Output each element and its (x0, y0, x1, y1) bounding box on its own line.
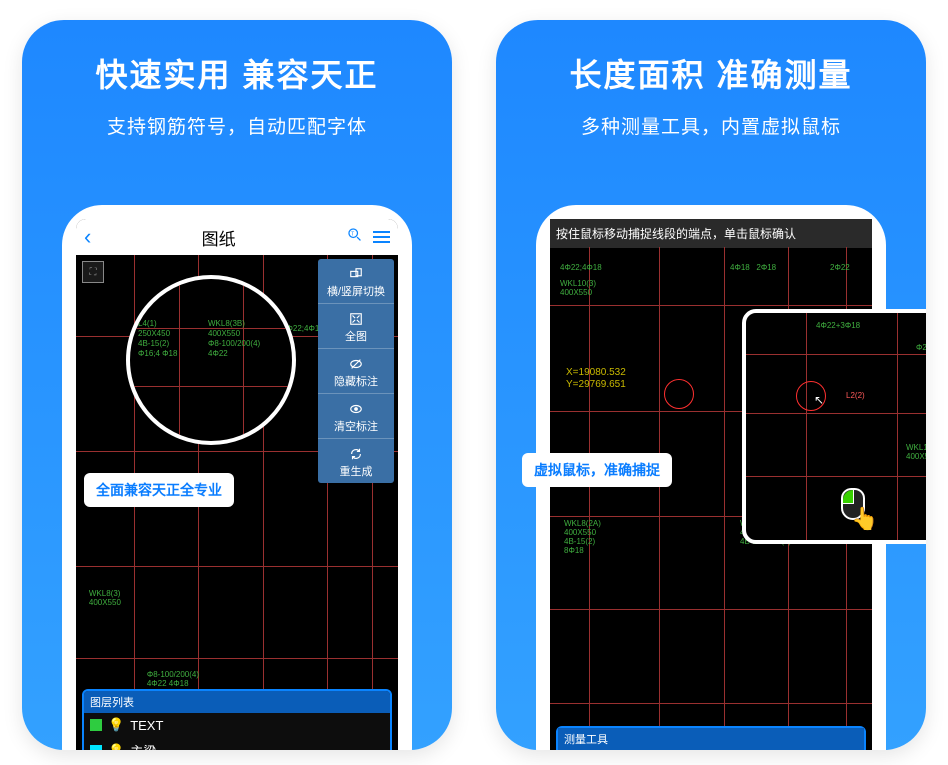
promo-card-left: 快速实用 兼容天正 支持钢筋符号，自动匹配字体 ‹ 图纸 T (22, 20, 452, 750)
cad-text: 4Φ22;4Φ18 (560, 263, 602, 272)
page-title: 图纸 (91, 225, 346, 250)
cad-text: 4Φ18 2Φ18 (730, 263, 776, 272)
menu-label: 隐藏标注 (334, 373, 378, 389)
phone-mockup: 按住鼠标移动捕捉线段的端点，单击鼠标确认 4Φ22;4Φ18 4Φ18 2Φ18… (536, 205, 886, 750)
subline: 多种测量工具，内置虚拟鼠标 (496, 112, 926, 139)
feature-badge: 虚拟鼠标，准确捕捉 (522, 453, 672, 487)
hand-icon: 👆 (851, 506, 878, 532)
subline: 支持钢筋符号，自动匹配字体 (22, 112, 452, 139)
visibility-icon[interactable]: 💡 (108, 743, 124, 751)
search-icon[interactable]: T (346, 226, 363, 248)
cad-text: WKL1(2A) 400X550 (906, 443, 926, 461)
phone-mockup: ‹ 图纸 T ⛶ (62, 205, 412, 750)
headline: 长度面积 准确测量 (496, 50, 926, 96)
headline: 快速实用 兼容天正 (22, 50, 452, 96)
menu-label: 重生成 (340, 463, 373, 479)
menu-item-fit[interactable]: 全图 (318, 304, 394, 349)
virtual-mouse[interactable]: 👆 (841, 488, 865, 520)
hint-bar: 按住鼠标移动捕捉线段的端点，单击鼠标确认 (550, 219, 872, 248)
layer-name: 主梁 (130, 741, 156, 750)
app-top-bar: ‹ 图纸 T (76, 219, 398, 255)
coord-y: Y=29769.651 (566, 379, 626, 390)
cad-text: L4(1) (138, 319, 157, 328)
cad-text: Φ8-100/200(4) (208, 339, 260, 348)
cad-text: 4B-15(2) (138, 339, 169, 348)
cad-canvas[interactable]: ⛶ WKL8(3) 400X550 Φ8-100/200(4) 4Φ22 4Φ1… (76, 255, 398, 750)
layer-row[interactable]: 💡 主梁 (84, 737, 390, 750)
cad-text: WKL8(3) 400X550 (89, 589, 121, 607)
zoom-panel: 4Φ22+3Φ18 Φ22+2Φ20 L2(2) WKL1(2A) 400X55… (742, 309, 926, 544)
menu-icon[interactable] (373, 231, 390, 243)
panel-title: 图层列表 (84, 691, 390, 713)
cad-text: WKL8(2A) 400X550 4B-15(2) 8Φ18 (564, 519, 601, 555)
promo-card-right: 长度面积 准确测量 多种测量工具，内置虚拟鼠标 按住鼠标移动捕捉线段的端点，单击… (496, 20, 926, 750)
cad-text: 4Φ22+3Φ18 (816, 321, 860, 330)
cad-text: 4Φ22 (208, 349, 228, 358)
cad-text: 250X450 (138, 329, 170, 338)
color-swatch (90, 745, 102, 751)
layer-row[interactable]: 💡 TEXT (84, 713, 390, 737)
menu-label: 清空标注 (334, 418, 378, 434)
menu-item-rotate[interactable]: 横/竖屏切换 (318, 259, 394, 304)
panel-title: 测量工具 (558, 728, 864, 750)
visibility-icon[interactable]: 💡 (108, 717, 124, 733)
menu-label: 横/竖屏切换 (327, 283, 385, 299)
layer-panel: 图层列表 💡 TEXT 💡 主梁 💡 主梁标注 (82, 689, 392, 750)
cad-text: 400X550 (208, 329, 240, 338)
magnifier: L4(1) 250X450 4B-15(2) Φ16;4 Φ18 WKL8(3B… (126, 275, 296, 445)
feature-badge: 全面兼容天正全专业 (84, 473, 234, 507)
cad-text: Φ16;4 Φ18 (138, 349, 177, 358)
menu-item-hide[interactable]: 隐藏标注 (318, 349, 394, 394)
color-swatch (90, 719, 102, 731)
svg-text:T: T (351, 231, 354, 237)
coord-x: X=19080.532 (566, 367, 626, 378)
menu-item-regenerate[interactable]: 重生成 (318, 439, 394, 483)
cad-text: WKL10(3) 400X550 (560, 279, 596, 297)
menu-label: 全图 (345, 328, 367, 344)
cursor-icon: ↖ (814, 393, 824, 407)
back-icon[interactable]: ‹ (84, 224, 91, 250)
cad-text: WKL8(3B) (208, 319, 245, 328)
cad-text: L2(2) (846, 391, 865, 400)
target-marker (664, 379, 694, 409)
fullscreen-icon[interactable]: ⛶ (82, 261, 104, 283)
menu-item-clear[interactable]: 清空标注 (318, 394, 394, 439)
cad-text: Φ8-100/200(4) 4Φ22 4Φ18 (147, 670, 199, 688)
cad-text: 2Φ22 (830, 263, 850, 272)
layer-name: TEXT (130, 718, 163, 733)
cad-text: Φ22+2Φ20 (916, 343, 926, 352)
measure-panel: 测量工具 长度 面积 角度 弧长 坐标1:N 比例 (556, 726, 866, 750)
view-menu: 横/竖屏切换 全图 隐藏标注 清空标注 (318, 259, 394, 483)
